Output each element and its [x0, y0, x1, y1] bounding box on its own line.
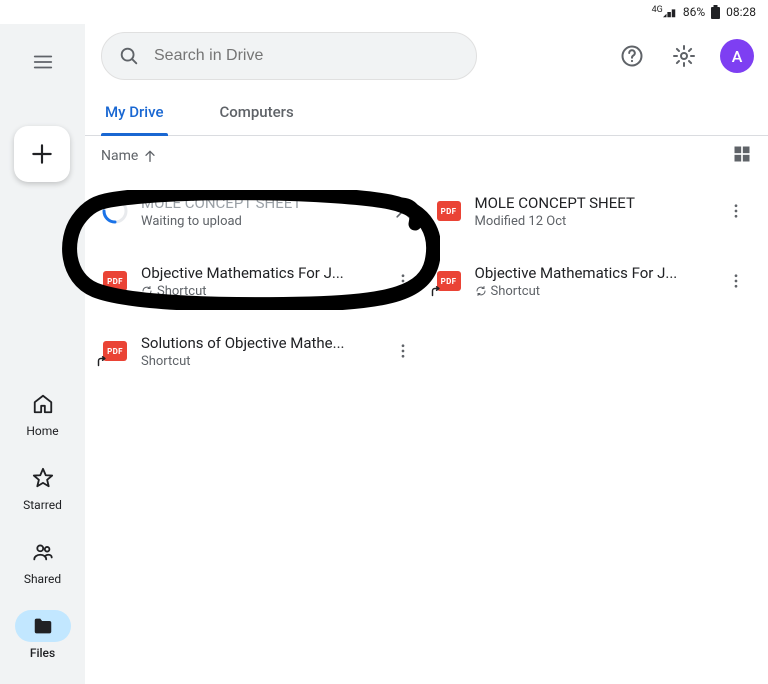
people-icon — [32, 541, 54, 563]
file-subtitle: Shortcut — [157, 284, 207, 299]
nav-shared[interactable]: Shared — [11, 532, 75, 590]
nav-shared-label: Shared — [24, 572, 61, 586]
upload-spinner-icon — [101, 197, 129, 225]
plus-icon — [29, 141, 55, 167]
more-options-button[interactable] — [720, 195, 752, 227]
help-icon — [620, 44, 644, 68]
nav-starred-label: Starred — [23, 498, 62, 512]
file-title: Solutions of Objective Mathe... — [141, 334, 375, 352]
shortcut-icon — [95, 355, 109, 369]
tabs: My Drive Computers — [85, 88, 768, 136]
file-title: Objective Mathematics For J... — [141, 264, 375, 282]
file-title: MOLE CONCEPT SHEET — [141, 194, 375, 212]
menu-icon — [32, 51, 54, 73]
sidebar: Home Starred Shared Files — [0, 24, 85, 684]
new-button[interactable] — [14, 126, 70, 182]
pdf-shortcut-icon: PDF — [101, 337, 129, 365]
arrow-up-icon[interactable] — [142, 148, 158, 164]
file-item[interactable]: PDF MOLE CONCEPT SHEET Modified 12 Oct — [427, 176, 761, 246]
file-item[interactable]: PDF Objective Mathematics For J... Short… — [427, 246, 761, 316]
gear-icon — [672, 44, 696, 68]
file-subtitle: Modified 12 Oct — [475, 214, 709, 229]
more-options-button[interactable] — [387, 265, 419, 297]
list-header: Name — [85, 136, 768, 176]
nav-files-label: Files — [30, 646, 55, 660]
file-item[interactable]: PDF Solutions of Objective Mathe... Shor… — [93, 316, 427, 386]
tab-my-drive[interactable]: My Drive — [101, 89, 168, 135]
star-icon — [32, 467, 54, 489]
hamburger-menu-button[interactable] — [23, 42, 63, 82]
shortcut-icon — [95, 285, 109, 299]
battery-icon — [711, 5, 720, 19]
nav-rail: Home Starred Shared Files — [0, 384, 85, 664]
pdf-file-icon: PDF — [435, 197, 463, 225]
more-options-button[interactable] — [387, 335, 419, 367]
nav-starred[interactable]: Starred — [11, 458, 75, 516]
file-subtitle: Shortcut — [491, 284, 541, 299]
sync-icon — [475, 285, 487, 297]
folder-icon — [32, 615, 54, 637]
more-options-button[interactable] — [720, 265, 752, 297]
search-box[interactable] — [101, 32, 477, 80]
nav-home[interactable]: Home — [11, 384, 75, 442]
help-button[interactable] — [612, 36, 652, 76]
file-list: MOLE CONCEPT SHEET Waiting to upload PDF… — [85, 176, 768, 386]
more-vert-icon — [727, 202, 745, 220]
network-indicator: 4G — [652, 6, 677, 18]
cancel-upload-button[interactable] — [387, 195, 419, 227]
account-avatar[interactable]: A — [720, 39, 754, 73]
battery-percent: 86% — [683, 5, 705, 19]
more-vert-icon — [394, 272, 412, 290]
status-bar: 4G 86% 08:28 — [0, 0, 768, 24]
file-title: Objective Mathematics For J... — [475, 264, 709, 282]
settings-button[interactable] — [664, 36, 704, 76]
nav-files[interactable]: Files — [11, 606, 75, 664]
topbar: A — [85, 24, 768, 88]
more-vert-icon — [727, 272, 745, 290]
file-subtitle: Shortcut — [141, 354, 191, 369]
nav-home-label: Home — [26, 424, 58, 438]
file-item-uploading[interactable]: MOLE CONCEPT SHEET Waiting to upload — [93, 176, 427, 246]
search-input[interactable] — [154, 47, 460, 65]
tab-computers[interactable]: Computers — [216, 89, 298, 135]
close-icon — [393, 201, 413, 221]
sort-label[interactable]: Name — [101, 148, 138, 164]
file-title: MOLE CONCEPT SHEET — [475, 194, 709, 212]
shortcut-icon — [429, 285, 443, 299]
pdf-shortcut-icon: PDF — [435, 267, 463, 295]
app-container: Home Starred Shared Files — [0, 24, 768, 684]
sync-icon — [141, 285, 153, 297]
grid-view-button[interactable] — [732, 144, 752, 168]
file-item[interactable]: PDF Objective Mathematics For J... Short… — [93, 246, 427, 316]
home-icon — [32, 393, 54, 415]
file-subtitle: Waiting to upload — [141, 214, 375, 229]
search-icon — [118, 45, 140, 67]
pdf-shortcut-icon: PDF — [101, 267, 129, 295]
grid-icon — [732, 144, 752, 164]
main-panel: A My Drive Computers Name MOLE CONCEPT S… — [85, 24, 768, 684]
more-vert-icon — [394, 342, 412, 360]
clock: 08:28 — [726, 5, 756, 19]
